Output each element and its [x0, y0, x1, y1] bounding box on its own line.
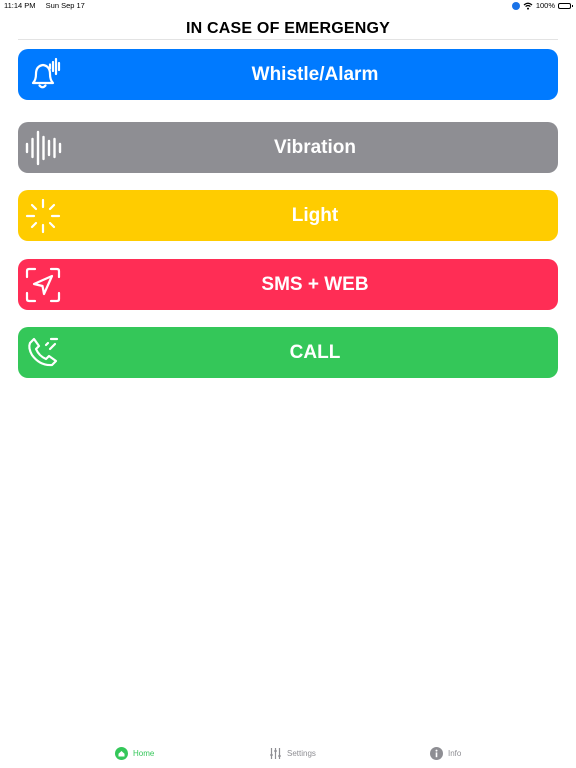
- status-right: 100%: [511, 0, 573, 12]
- light-button[interactable]: Light: [18, 190, 558, 241]
- waveform-icon: [25, 130, 62, 166]
- page-title: IN CASE OF EMERGENGY: [185, 20, 391, 37]
- bell-icon: [31, 57, 61, 89]
- tab-bar: Home Settings Info: [0, 738, 576, 768]
- wifi-icon: [523, 2, 533, 10]
- home-icon: [115, 746, 128, 760]
- light-burst-icon: [25, 198, 61, 234]
- location-services-icon: [511, 2, 520, 10]
- tab-home[interactable]: Home: [115, 745, 154, 761]
- tab-settings-label: Settings: [287, 748, 316, 758]
- info-icon: [430, 746, 443, 760]
- status-time: 11:14 PM: [4, 1, 36, 10]
- status-date: Sun Sep 17: [45, 1, 85, 10]
- status-left: 11:14 PM Sun Sep 17: [4, 0, 93, 12]
- whistle-alarm-button[interactable]: Whistle/Alarm: [18, 49, 558, 100]
- location-arrow-icon: [25, 267, 61, 303]
- tab-settings[interactable]: Settings: [269, 745, 316, 761]
- vibration-button[interactable]: Vibration: [18, 122, 558, 173]
- battery-icon: [558, 3, 573, 9]
- call-label: CALL: [289, 342, 341, 363]
- vibration-label: Vibration: [274, 137, 356, 158]
- status-bar: 11:14 PM Sun Sep 17 100%: [0, 0, 576, 12]
- phone-call-icon: [28, 337, 59, 367]
- sms-web-button[interactable]: SMS + WEB: [18, 259, 558, 310]
- tab-home-label: Home: [133, 748, 155, 758]
- sliders-icon: [270, 747, 281, 759]
- whistle-alarm-label: Whistle/Alarm: [251, 64, 379, 85]
- battery-percent: 100%: [535, 1, 555, 10]
- light-label: Light: [291, 205, 339, 226]
- call-button[interactable]: CALL: [18, 327, 558, 378]
- title-divider: [18, 39, 558, 40]
- tab-info-label: Info: [448, 748, 462, 758]
- tab-info[interactable]: Info: [430, 745, 461, 761]
- sms-web-label: SMS + WEB: [261, 274, 369, 295]
